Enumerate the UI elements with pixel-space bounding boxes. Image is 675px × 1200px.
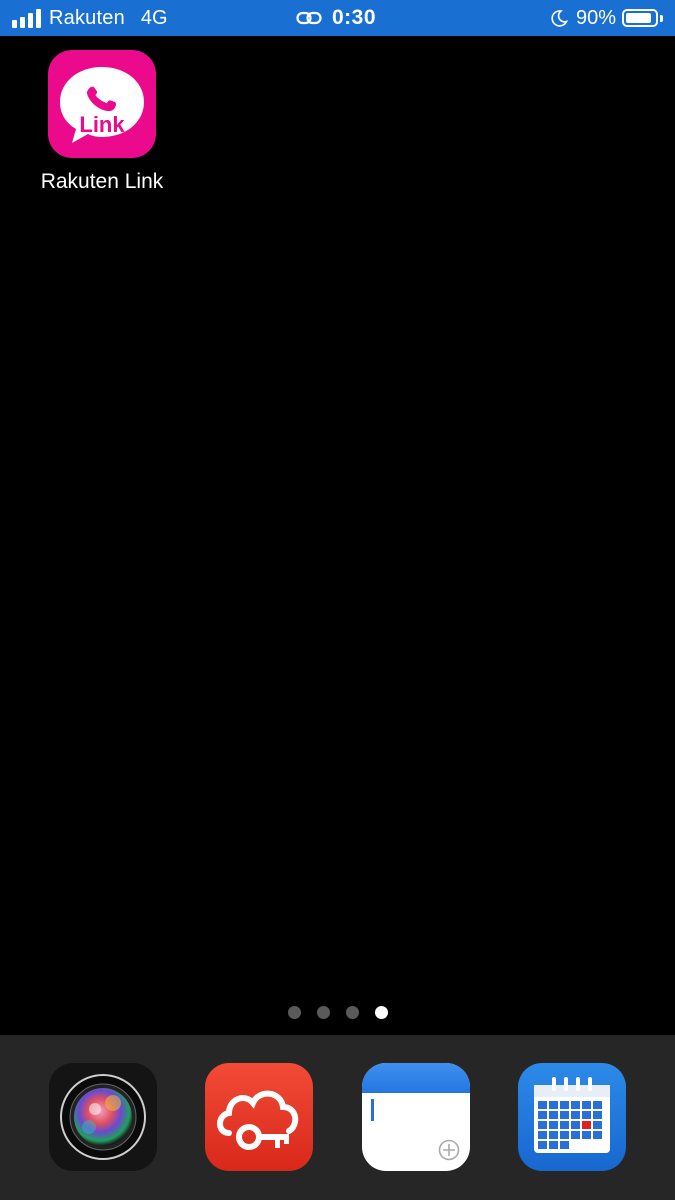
status-left: Rakuten 4G: [12, 0, 168, 36]
page-dot-1[interactable]: [287, 1006, 301, 1019]
battery-cap: [660, 14, 663, 22]
page-dot-4[interactable]: [374, 1006, 388, 1019]
network-type: 4G: [140, 6, 168, 29]
clock-time: 0:30: [332, 6, 377, 29]
battery-icon: [622, 9, 658, 27]
app-rakuten-link[interactable]: Link Rakuten Link: [32, 50, 172, 194]
dock: [0, 1035, 675, 1200]
status-bar: Rakuten 4G 0:30 90%: [0, 0, 675, 36]
camera-app-icon[interactable]: [49, 1063, 157, 1171]
battery-percentage: 90%: [575, 6, 616, 29]
text-cursor: [371, 1099, 374, 1121]
app-label: Rakuten Link: [40, 170, 164, 193]
page-dot-3[interactable]: [345, 1006, 359, 1019]
lens-icon: [60, 1074, 146, 1160]
battery-fill: [626, 13, 651, 23]
page-indicator[interactable]: [0, 1006, 675, 1020]
link-icon: [296, 11, 322, 25]
svg-text:Link: Link: [79, 112, 125, 137]
calendar-grid-icon: [534, 1077, 610, 1153]
notes-header-bar: [362, 1063, 470, 1093]
rakuten-link-icon[interactable]: Link: [48, 50, 156, 158]
speech-bubble-icon: Link: [60, 67, 144, 143]
plus-circle-icon: [438, 1139, 460, 1161]
moon-icon: [551, 10, 568, 27]
carrier-name: Rakuten: [49, 6, 125, 29]
cloud-key-icon: [217, 1090, 299, 1150]
cloud-key-app-icon[interactable]: [205, 1063, 313, 1171]
signal-icon: [12, 8, 41, 28]
notes-app-icon[interactable]: [362, 1063, 470, 1171]
status-center: 0:30: [296, 0, 376, 36]
status-right: 90%: [550, 0, 663, 36]
page-dot-2[interactable]: [316, 1006, 330, 1019]
calendar-app-icon[interactable]: [518, 1063, 626, 1171]
